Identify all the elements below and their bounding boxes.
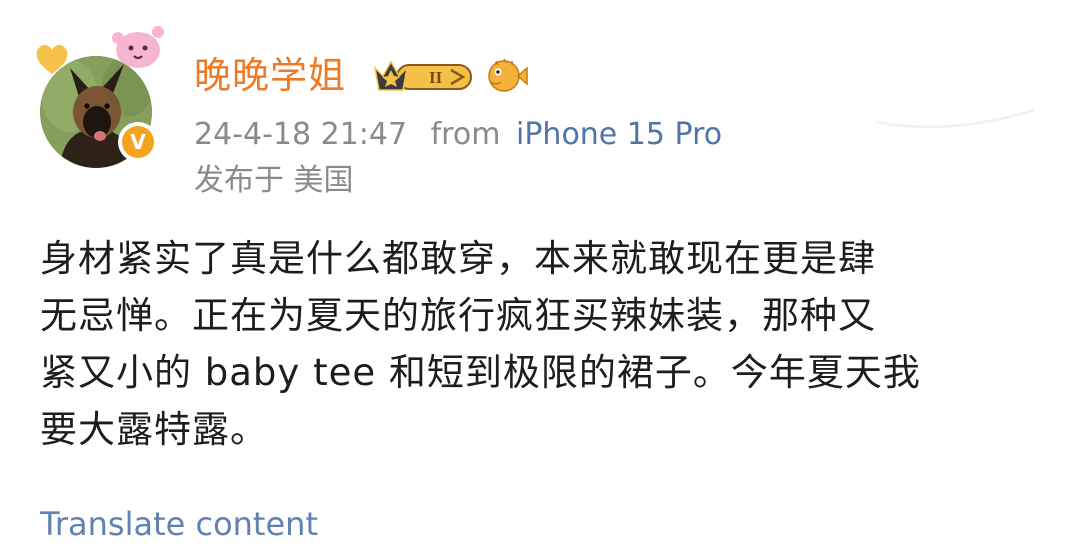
crown-level-badge-icon[interactable]: II bbox=[371, 56, 475, 96]
from-label: from bbox=[430, 117, 501, 152]
post-timestamp: 24-4-18 21:47 bbox=[194, 117, 408, 152]
verified-badge: V bbox=[118, 122, 158, 162]
post-content-line: 身材紧实了真是什么都敢穿，本来就敢现在更是肆 bbox=[40, 237, 876, 280]
post-content-line: 无忌惮。正在为夏天的旅行疯狂买辣妹装，那种又 bbox=[40, 294, 876, 337]
avatar-decoration-pink-creature-icon bbox=[102, 20, 172, 74]
post-meta: 24-4-18 21:47 from iPhone 15 Pro bbox=[194, 114, 722, 156]
weibo-post: V 晚晚学姐 II 24-4-18 21:47 from iPhone 15 P… bbox=[0, 0, 1080, 552]
vip-level-label: II bbox=[429, 68, 443, 87]
post-content-line: 紧又小的 baby tee 和短到极限的裙子。今年夏天我 bbox=[40, 351, 921, 394]
verified-v-mark: V bbox=[122, 126, 154, 158]
decorative-swoosh bbox=[870, 80, 1040, 140]
post-device-source[interactable]: iPhone 15 Pro bbox=[516, 117, 722, 152]
post-content: 身材紧实了真是什么都敢穿，本来就敢现在更是肆 无忌惮。正在为夏天的旅行疯狂买辣妹… bbox=[40, 230, 1050, 458]
translate-content-link[interactable]: Translate content bbox=[40, 502, 318, 546]
author-name[interactable]: 晚晚学姐 bbox=[194, 50, 346, 102]
avatar-container[interactable]: V bbox=[36, 26, 164, 168]
post-location: 发布于 美国 bbox=[194, 163, 354, 198]
pufferfish-badge-icon[interactable] bbox=[482, 54, 528, 96]
post-content-line: 要大露特露。 bbox=[40, 408, 268, 451]
